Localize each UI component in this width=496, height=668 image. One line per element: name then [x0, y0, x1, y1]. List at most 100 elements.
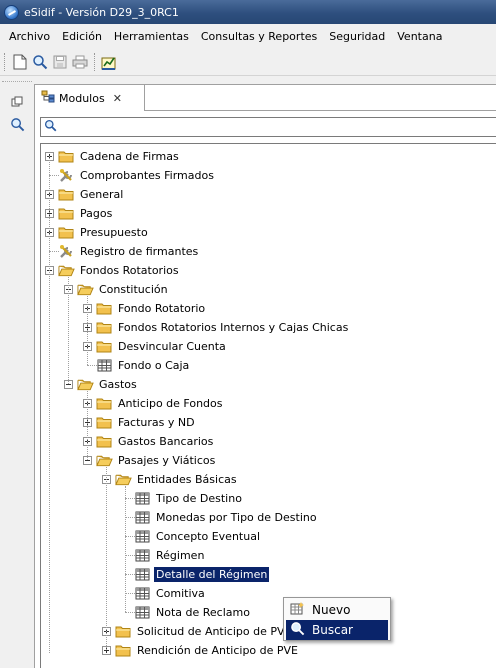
- tree-connector: [106, 467, 107, 650]
- tree-item-general[interactable]: General: [45, 185, 125, 204]
- tree-item-desvincular-cuenta[interactable]: Desvincular Cuenta: [83, 337, 228, 356]
- tab-label: Modulos: [59, 91, 105, 105]
- tree-item-label: Comitiva: [156, 587, 205, 600]
- tree-item-label: Concepto Eventual: [156, 530, 261, 543]
- report-icon[interactable]: [99, 52, 119, 72]
- toolbar-grip[interactable]: [4, 52, 7, 71]
- tree-item-label: Entidades Básicas: [137, 473, 237, 486]
- folder-icon: [58, 206, 75, 221]
- tree-item-label: Fondos Rotatorios Internos y Cajas Chica…: [118, 321, 349, 334]
- modules-tree: Cadena de Firmas Comprobantes Firmados Gen…: [40, 143, 496, 668]
- folder-open-icon: [77, 377, 94, 392]
- context-menu: Nuevo Buscar: [283, 597, 391, 641]
- tree-item-tipo-de-destino[interactable]: Tipo de Destino: [121, 489, 244, 508]
- filter-input[interactable]: [61, 119, 496, 135]
- menu-seguridad[interactable]: Seguridad: [323, 27, 391, 46]
- tree-item-label: Régimen: [156, 549, 205, 562]
- context-menu-label: Buscar: [312, 623, 353, 637]
- table-icon: [134, 605, 151, 620]
- context-menu-buscar[interactable]: Buscar: [286, 620, 388, 640]
- tree-item-detalle-del-regimen[interactable]: Detalle del Régimen: [121, 565, 270, 584]
- tree-item-label: Gastos: [99, 378, 137, 391]
- tree-item-nota-de-reclamo[interactable]: Nota de Reclamo: [121, 603, 252, 622]
- modulos-view: Modulos ✕ Cadena de Firmas Comprobantes F…: [34, 84, 496, 668]
- tree-item-label: Comprobantes Firmados: [80, 169, 214, 182]
- menu-bar: Archivo Edición Herramientas Consultas y…: [0, 24, 496, 48]
- tree-item-label: Facturas y ND: [118, 416, 195, 429]
- folder-open-icon: [58, 263, 75, 278]
- tree-item-rendicion-de-anticipo-de-pve[interactable]: Rendición de Anticipo de PVE: [102, 641, 300, 660]
- tree-item-entidades-basicas[interactable]: Entidades Básicas: [102, 470, 239, 489]
- tree-item-anticipo-de-fondos[interactable]: Anticipo de Fondos: [83, 394, 225, 413]
- tree-item-constitucion[interactable]: Constitución: [64, 280, 170, 299]
- window-title: eSidif - Versión D29_3_0RC1: [24, 5, 179, 19]
- folder-icon: [96, 339, 113, 354]
- search-icon: [290, 621, 305, 639]
- tree-item-pasajes-y-viaticos[interactable]: Pasajes y Viáticos: [83, 451, 217, 470]
- search-view-icon[interactable]: [8, 115, 26, 133]
- tree-item-monedas-por-tipo-de-destino[interactable]: Monedas por Tipo de Destino: [121, 508, 319, 527]
- tab-modulos[interactable]: Modulos ✕: [35, 85, 145, 111]
- tree-item-label: Solicitud de Anticipo de PVE: [137, 625, 292, 638]
- tree-item-label: Constitución: [99, 283, 168, 296]
- tree-item-pagos[interactable]: Pagos: [45, 204, 114, 223]
- tree-item-gastos[interactable]: Gastos: [64, 375, 139, 394]
- menu-consultas-y-reportes[interactable]: Consultas y Reportes: [195, 27, 323, 46]
- filter-box: [40, 117, 496, 137]
- tree-connector: [49, 156, 50, 653]
- tree-item-label: Pasajes y Viáticos: [118, 454, 216, 467]
- table-icon: [134, 529, 151, 544]
- folder-icon: [58, 149, 75, 164]
- tools-icon: [58, 168, 75, 183]
- tree-item-facturas-y-nd[interactable]: Facturas y ND: [83, 413, 197, 432]
- folder-icon: [115, 643, 132, 658]
- tree-item-concepto-eventual[interactable]: Concepto Eventual: [121, 527, 262, 546]
- folder-icon: [96, 396, 113, 411]
- tree-item-label: Rendición de Anticipo de PVE: [137, 644, 299, 657]
- tree-item-fondo-o-caja[interactable]: Fondo o Caja: [83, 356, 191, 375]
- tree-connector: [68, 277, 69, 384]
- table-icon: [96, 358, 113, 373]
- tree-item-registro-de-firmantes[interactable]: Registro de firmantes: [45, 242, 200, 261]
- search-icon: [44, 119, 57, 135]
- tree-item-label: Tipo de Destino: [156, 492, 242, 505]
- tree-item-solicitud-de-anticipo-de-pve[interactable]: Solicitud de Anticipo de PVE: [102, 622, 293, 641]
- tab-strip-divider: [145, 110, 496, 111]
- tree-item-comitiva[interactable]: Comitiva: [121, 584, 207, 603]
- new-document-icon[interactable]: [10, 52, 30, 72]
- tree-item-cadena-de-firmas[interactable]: Cadena de Firmas: [45, 147, 181, 166]
- save-icon[interactable]: [50, 52, 70, 72]
- context-menu-nuevo[interactable]: Nuevo: [286, 600, 388, 620]
- tree-item-fondo-rotatorio[interactable]: Fondo Rotatorio: [83, 299, 207, 318]
- tree-item-fondos-rotatorios[interactable]: Fondos Rotatorios: [45, 261, 181, 280]
- folder-icon: [96, 415, 113, 430]
- tree-connector: [125, 486, 126, 612]
- menu-edicion[interactable]: Edición: [56, 27, 108, 46]
- tree-connector: [87, 391, 88, 460]
- tree-item-label: Pagos: [80, 207, 113, 220]
- tree-item-presupuesto[interactable]: Presupuesto: [45, 223, 150, 242]
- table-icon: [134, 491, 151, 506]
- modules-tree-icon: [41, 90, 55, 106]
- tree-item-label: Fondo o Caja: [118, 359, 190, 372]
- tree-item-label: Registro de firmantes: [80, 245, 199, 258]
- new-table-icon: [290, 601, 305, 619]
- tree-item-fondos-rotatorios-internos-y-cajas-chicas[interactable]: Fondos Rotatorios Internos y Cajas Chica…: [83, 318, 350, 337]
- print-icon[interactable]: [70, 52, 90, 72]
- folder-open-icon: [115, 472, 132, 487]
- tree-item-label: Monedas por Tipo de Destino: [156, 511, 317, 524]
- menu-herramientas[interactable]: Herramientas: [108, 27, 195, 46]
- menu-archivo[interactable]: Archivo: [3, 27, 56, 46]
- folder-open-icon: [96, 453, 113, 468]
- restore-view-icon[interactable]: [8, 93, 26, 111]
- table-icon: [134, 567, 151, 582]
- tree-item-gastos-bancarios[interactable]: Gastos Bancarios: [83, 432, 215, 451]
- close-icon[interactable]: ✕: [113, 92, 122, 105]
- tree-item-regimen[interactable]: Régimen: [121, 546, 206, 565]
- search-icon[interactable]: [30, 52, 50, 72]
- tree-item-label: Desvincular Cuenta: [118, 340, 226, 353]
- tree-item-comprobantes-firmados[interactable]: Comprobantes Firmados: [45, 166, 216, 185]
- table-icon: [134, 548, 151, 563]
- title-bar: eSidif - Versión D29_3_0RC1: [0, 0, 496, 24]
- menu-ventana[interactable]: Ventana: [391, 27, 448, 46]
